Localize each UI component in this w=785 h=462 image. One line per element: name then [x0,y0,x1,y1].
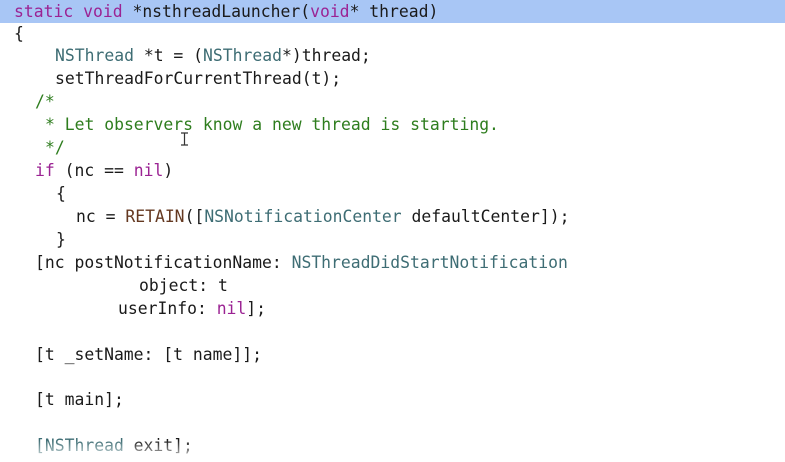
code-line-14[interactable]: userInfo: nil]; [118,297,266,320]
code-line-13[interactable]: object: t [139,274,228,297]
code-token: (nc == [54,161,134,180]
code-token: object: t [139,276,228,295]
code-token: static [14,2,74,21]
code-token: * thread) [349,2,439,21]
code-line-9[interactable]: { [56,182,66,205]
code-line-12[interactable]: [nc postNotificationName: NSThreadDidSta… [35,251,568,274]
code-line-7[interactable]: */ [45,136,65,159]
code-token: nil [216,299,247,318]
code-token: userInfo: [118,299,217,318]
code-token: /* [35,92,55,111]
code-token: * Let observers know a new thread is sta… [45,115,499,134]
code-token: *nsthreadLauncher( [122,2,311,21]
code-token: void [310,2,350,21]
code-editor[interactable]: static void *nsthreadLauncher(void* thre… [0,0,785,462]
code-line-18[interactable]: [t main]; [35,388,124,411]
code-line-6[interactable]: * Let observers know a new thread is sta… [45,113,499,136]
code-token: ) [163,161,174,180]
code-token: defaultCenter]); [401,207,570,226]
code-line-8[interactable]: if (nc == nil) [35,159,173,182]
code-token: ]; [246,299,267,318]
code-token: [t _setName: [t name]]; [35,345,262,364]
code-token: */ [45,138,65,157]
code-token: ([ [184,207,205,226]
code-token: nil [133,161,164,180]
code-token: NSThread [55,46,134,65]
code-token: } [56,230,66,249]
text-cursor-icon [180,132,189,146]
code-line-5[interactable]: /* [35,90,55,113]
code-line-16[interactable]: [t _setName: [t name]]; [35,343,262,366]
code-token: NSThread [203,46,282,65]
code-token: { [56,184,66,203]
code-token: *)thread; [281,46,371,65]
code-token: void [83,2,123,21]
code-token: { [14,24,24,43]
code-line-10[interactable]: nc = RETAIN([NSNotificationCenter defaul… [76,205,569,228]
code-token: NSThreadDidStartNotification [291,253,568,272]
code-token: if [35,161,55,180]
code-token: NSNotificationCenter [204,207,402,226]
code-token: RETAIN [125,207,185,226]
code-line-1[interactable]: static void *nsthreadLauncher(void* thre… [0,0,785,23]
code-line-3[interactable]: NSThread *t = (NSThread*)thread; [55,44,371,67]
code-token: *t = ( [133,46,204,65]
code-token: setThreadForCurrentThread(t); [55,69,342,88]
code-token: [t main]; [35,390,124,409]
code-token: nc = [76,207,126,226]
code-line-11[interactable]: } [56,228,66,251]
bottom-fade [0,440,785,462]
code-token: [nc postNotificationName: [35,253,292,272]
code-line-2[interactable]: { [14,22,24,45]
code-line-4[interactable]: setThreadForCurrentThread(t); [55,67,341,90]
